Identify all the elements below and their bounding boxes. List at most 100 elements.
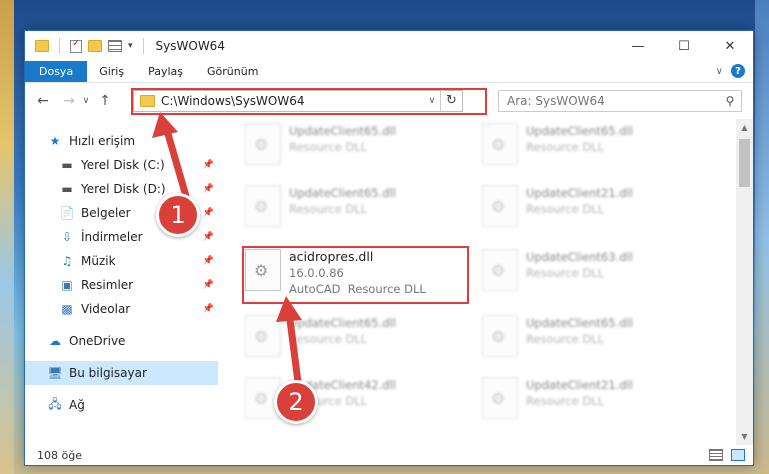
sidebar-item-network[interactable]: 🖧 Ağ: [25, 393, 218, 417]
new-folder-icon[interactable]: [88, 40, 102, 52]
pin-icon[interactable]: 📌: [203, 232, 214, 242]
large-icons-view-icon[interactable]: [731, 449, 745, 461]
sidebar-item-label: Ağ: [69, 398, 85, 412]
file-type: Resource DLL: [526, 140, 605, 154]
sidebar-item-label: Yerel Disk (C:): [81, 158, 165, 172]
sidebar-item-label: Yerel Disk (D:): [81, 182, 166, 196]
file-name: acidropres.dll: [289, 249, 374, 264]
file-item[interactable]: UpdateClient65.dll Resource DLL: [245, 315, 396, 357]
address-dropdown-icon[interactable]: ∨: [424, 96, 440, 106]
refresh-icon[interactable]: ↻: [440, 91, 462, 111]
window-title: SysWOW64: [155, 39, 225, 53]
desktop-background-left: [0, 0, 14, 474]
minimize-button[interactable]: —: [615, 31, 661, 61]
file-version: 16.0.0.86: [289, 266, 344, 280]
folder-icon: [35, 40, 49, 52]
search-input[interactable]: [507, 94, 719, 108]
tab-share[interactable]: Paylaş: [136, 61, 195, 82]
sidebar-item-this-pc[interactable]: 🖥 Bu bilgisayar: [25, 361, 218, 385]
pin-icon[interactable]: 📌: [203, 184, 214, 194]
sidebar-item-local-disk-c[interactable]: ▬ Yerel Disk (C:) 📌: [25, 153, 218, 177]
vertical-scrollbar[interactable]: ▲ ▼: [736, 119, 753, 445]
back-arrow-icon[interactable]: ←: [33, 93, 53, 109]
details-view-icon[interactable]: [709, 449, 723, 461]
file-type: Resource DLL: [289, 332, 368, 346]
sidebar-item-music[interactable]: ♫ Müzik 📌: [25, 249, 218, 273]
file-item[interactable]: UpdateClient21.dll Resource DLL: [482, 377, 633, 419]
sidebar-item-onedrive[interactable]: ☁ OneDrive: [25, 329, 218, 353]
sidebar-item-label: Hızlı erişim: [69, 134, 136, 148]
pin-icon[interactable]: 📌: [203, 256, 214, 266]
address-bar[interactable]: C:\Windows\SysWOW64 ∨ ↻: [133, 90, 463, 112]
scroll-thumb[interactable]: [739, 139, 750, 187]
file-item[interactable]: UpdateClient65.dll Resource DLL: [482, 123, 633, 165]
search-box[interactable]: ⚲: [498, 90, 742, 112]
file-item[interactable]: UpdateClient63.dll Resource DLL: [482, 249, 633, 291]
pin-icon[interactable]: 📌: [203, 280, 214, 290]
file-name: UpdateClient65.dll: [526, 316, 633, 330]
dll-file-icon: [245, 185, 281, 227]
file-company: AutoCAD: [289, 282, 341, 296]
view-icon[interactable]: [108, 40, 122, 52]
file-item[interactable]: UpdateClient21.dll Resource DLL: [482, 185, 633, 227]
maximize-button[interactable]: ☐: [661, 31, 707, 61]
explorer-window: ▾ SysWOW64 — ☐ ✕ Dosya Giriş Paylaş Görü…: [24, 30, 754, 466]
pin-icon[interactable]: 📌: [203, 208, 214, 218]
status-bar: 108 öğe: [25, 445, 753, 465]
sidebar-item-quick-access[interactable]: ★ Hızlı erişim: [25, 129, 218, 153]
sidebar-item-videos[interactable]: ▩ Videolar 📌: [25, 297, 218, 321]
pin-icon[interactable]: 📌: [203, 160, 214, 170]
sidebar-item-label: Müzik: [81, 254, 116, 268]
dll-file-icon: [482, 377, 518, 419]
ribbon-tabs: Dosya Giriş Paylaş Görünüm ∨ ?: [25, 61, 753, 83]
file-type: Resource DLL: [526, 332, 605, 346]
scroll-down-icon[interactable]: ▼: [736, 428, 753, 445]
scroll-up-icon[interactable]: ▲: [736, 119, 753, 136]
toolbar-divider: [59, 38, 60, 54]
folder-icon: [140, 95, 155, 107]
expand-ribbon-icon[interactable]: ∨: [716, 66, 723, 77]
recent-locations-icon[interactable]: ∨: [79, 96, 93, 106]
up-arrow-icon[interactable]: ↑: [95, 93, 115, 109]
file-name: UpdateClient65.dll: [526, 124, 633, 138]
ribbon-right: ∨ ?: [716, 64, 745, 78]
dll-file-icon: [482, 315, 518, 357]
toolbar-divider: [142, 38, 144, 54]
file-name: UpdateClient21.dll: [526, 378, 633, 392]
desktop-background-right: [755, 0, 769, 474]
help-icon[interactable]: ?: [731, 64, 745, 78]
window-controls: — ☐ ✕: [615, 31, 753, 61]
tab-view[interactable]: Görünüm: [195, 61, 270, 82]
close-button[interactable]: ✕: [707, 31, 753, 61]
pin-icon[interactable]: 📌: [203, 304, 214, 314]
sidebar-item-pictures[interactable]: ▣ Resimler 📌: [25, 273, 218, 297]
title-bar: ▾ SysWOW64 — ☐ ✕: [25, 31, 753, 61]
focused-file-item[interactable]: acidropres.dll 16.0.0.86 AutoCAD Resourc…: [245, 249, 426, 297]
tab-file[interactable]: Dosya: [25, 61, 88, 82]
address-path[interactable]: C:\Windows\SysWOW64: [161, 94, 424, 108]
sidebar-item-label: Videolar: [81, 302, 131, 316]
properties-icon[interactable]: [70, 38, 82, 53]
view-switcher: [709, 449, 745, 461]
dll-file-icon: [482, 123, 518, 165]
file-name: UpdateClient65.dll: [289, 186, 396, 200]
file-item[interactable]: UpdateClient65.dll Resource DLL: [245, 123, 396, 165]
search-icon[interactable]: ⚲: [719, 94, 741, 108]
dll-file-icon: [482, 185, 518, 227]
sidebar-item-label: OneDrive: [69, 334, 126, 348]
file-item[interactable]: UpdateClient65.dll Resource DLL: [482, 315, 633, 357]
tab-home[interactable]: Giriş: [87, 61, 136, 82]
file-item[interactable]: UpdateClient42.dllResource DLL: [245, 377, 396, 419]
file-type: Resource DLL: [347, 282, 426, 296]
videos-icon: ▩: [61, 302, 73, 316]
navigation-bar: ← → ∨ ↑ C:\Windows\SysWOW64 ∨ ↻ ⚲: [25, 83, 753, 119]
sidebar-item-label: Bu bilgisayar: [69, 366, 147, 380]
network-icon: 🖧: [48, 396, 62, 411]
forward-arrow-icon[interactable]: →: [59, 93, 79, 109]
customize-dropdown-icon[interactable]: ▾: [128, 41, 133, 51]
drive-icon: ▬: [61, 158, 73, 172]
file-item[interactable]: UpdateClient65.dll Resource DLL: [245, 185, 396, 227]
